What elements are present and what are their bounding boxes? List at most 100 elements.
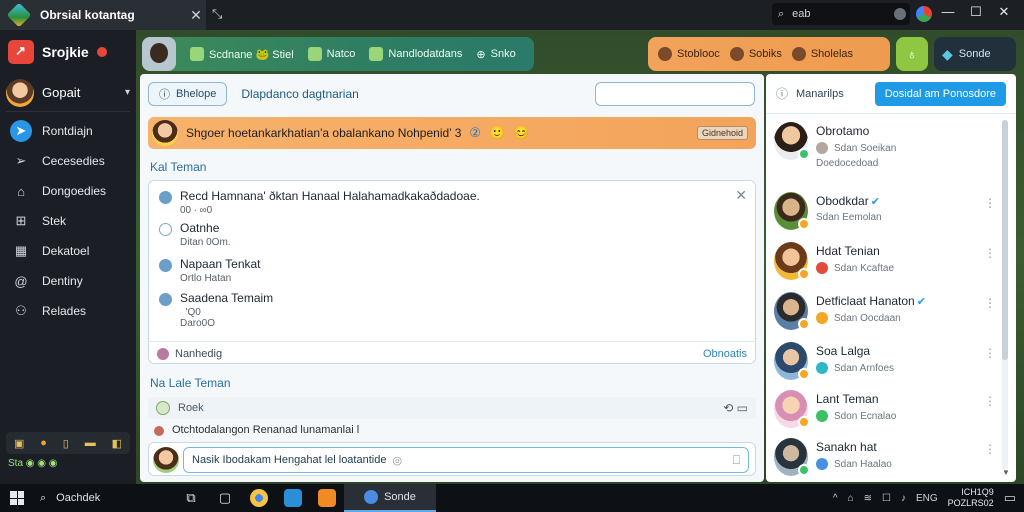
upload-button[interactable]: ♁ xyxy=(896,37,928,71)
user-icon xyxy=(307,47,322,61)
account-icon[interactable] xyxy=(916,6,932,22)
contact-item[interactable]: Sanakn hat Sdan Haalao ⋮ xyxy=(774,434,996,482)
filter-pill[interactable]: ⓘ Bhelope xyxy=(148,82,228,106)
avatar xyxy=(6,78,34,107)
contact-item[interactable]: Obrotamo Sdan Soeikan Doedocedoad xyxy=(774,118,996,169)
avatar xyxy=(156,401,170,415)
add-contact-button[interactable]: Dosidal am Ponosdore xyxy=(874,81,1006,106)
window-icon[interactable]: ▢ xyxy=(208,484,242,512)
taskbar-search[interactable]: ⌕ Oachdek xyxy=(34,484,174,512)
more-icon[interactable]: ⋮ xyxy=(984,246,996,260)
tab-close-icon[interactable]: ✕ xyxy=(186,7,206,24)
announcement-banner[interactable]: Shgoer hoetankarkhatian'a obalankano Noh… xyxy=(148,117,756,149)
more-icon[interactable]: ⋮ xyxy=(984,296,996,310)
sidebar-item-5[interactable]: @ Dentiny xyxy=(0,266,136,296)
contact-sub: Sdan Arnfoes xyxy=(816,362,894,374)
clock-date: POZLRS02 xyxy=(947,498,994,508)
scroll-down-icon[interactable]: ▼ xyxy=(1002,468,1010,477)
send-toolbar-button[interactable]: ◆ Sonde xyxy=(934,37,1016,71)
sidebar-item-2[interactable]: ⌂ Dongoedies xyxy=(0,176,136,206)
send-icon[interactable]: ⎕ xyxy=(733,453,740,468)
brand[interactable]: Srojkie xyxy=(0,30,136,74)
contact-item[interactable]: Lant Teman Sdon Ecnalao ⋮ xyxy=(774,386,996,434)
avatar[interactable] xyxy=(142,37,176,71)
list-item[interactable]: Napaan Tenkat Ortlo Hatan xyxy=(159,257,261,284)
list-item[interactable]: Saadena Temaim 'Q0 Daro0O xyxy=(159,291,273,329)
title-search-input[interactable]: ⌕ eab xyxy=(772,3,910,25)
group-icon xyxy=(369,47,384,61)
record-icon[interactable] xyxy=(894,8,906,20)
taskbar: ⌕ Oachdek ⧉ ▢ Sonde ^ ⌂ ≋ ☐ ♪ ENG ICH1Q9… xyxy=(0,484,1024,512)
toolbar-item-label: Natco xyxy=(326,48,356,60)
feed-toolbar: Scdnane 🐸 Stiel Natco Nandlodatdans ⊕ Snk… xyxy=(142,37,534,71)
main-search-input[interactable] xyxy=(595,82,755,106)
list-item[interactable]: Roek ⟲ ▭ xyxy=(148,397,756,419)
contact-sub: Sdon Ecnalao xyxy=(816,410,896,422)
toolbar-item[interactable]: Sobiks xyxy=(729,47,782,61)
screen-icon[interactable]: ▣ xyxy=(14,437,24,450)
message-input[interactable]: Nasik Ibodakam Hengahat lel loatantide ◎… xyxy=(183,447,749,473)
sidebar-item-6[interactable]: ⚇ Relades xyxy=(0,296,136,326)
activity-icon xyxy=(816,362,828,374)
card-footer-label[interactable]: Nanhedig xyxy=(175,348,222,360)
maximize-button[interactable]: ☐ xyxy=(966,4,986,20)
refresh-icon[interactable]: ⟲ ▭ xyxy=(723,401,748,415)
avatar xyxy=(152,120,178,146)
chrome-icon[interactable] xyxy=(242,484,276,512)
more-icon[interactable]: ⋮ xyxy=(984,442,996,456)
toolbar-item[interactable]: Sholelas xyxy=(791,47,853,61)
battery-icon[interactable]: ☐ xyxy=(882,493,891,504)
sidebar-item-4[interactable]: ▦ Dekatoel xyxy=(0,236,136,266)
toolbar-item[interactable]: Natco xyxy=(307,47,356,61)
phone-icon[interactable]: ▯ xyxy=(63,437,69,450)
sidebar-item-1[interactable]: ➢ Cecesedies xyxy=(0,146,136,176)
media-icon[interactable] xyxy=(310,484,344,512)
grid-icon: ⊞ xyxy=(15,213,27,228)
toolbar-item[interactable]: Nandlodatdans xyxy=(369,47,462,61)
status-icon xyxy=(159,293,172,306)
contact-item[interactable]: Soa Lalga Sdan Arnfoes ⋮ xyxy=(774,338,996,386)
chat-icon xyxy=(658,47,672,61)
profile-switcher[interactable]: Gopait ▾ xyxy=(6,74,130,112)
emoji-icon[interactable]: ◎ xyxy=(392,454,402,467)
banner-tag[interactable]: Gidnehoid xyxy=(696,126,748,140)
task-view-icon[interactable]: ⧉ xyxy=(174,484,208,512)
record-icon[interactable]: ● xyxy=(40,437,47,449)
start-button[interactable] xyxy=(0,484,34,512)
wifi-icon[interactable]: ≋ xyxy=(864,493,872,504)
minimize-button[interactable]: — xyxy=(938,4,958,19)
browser-tab[interactable]: Obrsial kotantag ✕ xyxy=(0,0,206,30)
new-tab-icon[interactable]: ⤡ xyxy=(212,6,222,22)
close-icon[interactable]: ✕ xyxy=(735,187,747,204)
close-button[interactable]: ✕ xyxy=(994,4,1014,20)
home-icon[interactable]: ⌂ xyxy=(848,493,854,504)
contact-item[interactable]: Obodkdar ✔ Sdan Eemolan ⋮ xyxy=(774,188,996,236)
toolbar-item[interactable]: Stoblooc xyxy=(658,47,720,61)
active-app[interactable]: Sonde xyxy=(344,484,436,512)
more-icon[interactable]: ⋮ xyxy=(984,346,996,360)
list-item[interactable]: Otchtodalangon Renanad lunamanlai l xyxy=(154,424,359,436)
notifications-icon[interactable]: ▭ xyxy=(1004,490,1016,506)
list-item[interactable]: Oatnhe Ditan 0Om. xyxy=(159,221,231,248)
notification-dot xyxy=(96,47,107,57)
volume-icon[interactable]: ♪ xyxy=(901,493,906,504)
chevron-up-icon[interactable]: ^ xyxy=(833,493,838,504)
page-title: Dlapdanco dagtnarian xyxy=(241,87,359,101)
more-icon[interactable]: ⋮ xyxy=(984,196,996,210)
sidebar-item-0[interactable]: ➤ Rontdiajn xyxy=(0,116,136,146)
list-item[interactable]: Recd Hamnana' ðktan Hanaal Halahamadkaka… xyxy=(159,189,480,216)
toolbar-item[interactable]: Scdnane 🐸 Stiel xyxy=(190,47,294,61)
orange-toolbar: Stoblooc Sobiks Sholelas xyxy=(648,37,890,71)
window-icon[interactable]: ◧ xyxy=(112,437,122,450)
contact-item[interactable]: Hdat Tenian Sdan Kcaftae ⋮ xyxy=(774,238,996,286)
card-footer-link[interactable]: Obnoatis xyxy=(703,348,747,360)
clock[interactable]: ICH1Q9 POZLRS02 xyxy=(948,487,994,509)
battery-icon[interactable]: ▬ xyxy=(85,437,96,449)
contact-item[interactable]: Detficlaat Hanaton ✔ Sdan Oocdaan ⋮ xyxy=(774,288,996,336)
store-icon[interactable] xyxy=(276,484,310,512)
language-indicator[interactable]: ENG xyxy=(916,493,938,504)
scrollbar[interactable] xyxy=(1002,120,1008,470)
sidebar-item-3[interactable]: ⊞ Stek xyxy=(0,206,136,236)
toolbar-item[interactable]: ⊕ Snko xyxy=(476,48,515,61)
more-icon[interactable]: ⋮ xyxy=(984,394,996,408)
